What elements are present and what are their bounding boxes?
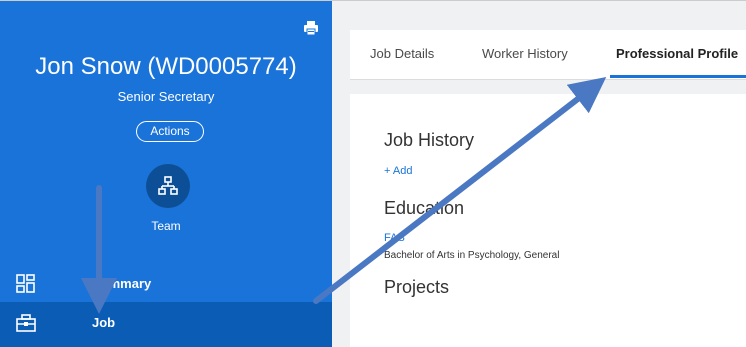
projects-heading: Projects bbox=[384, 277, 450, 297]
dashboard-grid-icon bbox=[16, 274, 36, 294]
worker-profile-panel: Jon Snow (WD0005774) Senior Secretary Ac… bbox=[0, 1, 332, 347]
app-root: Jon Snow (WD0005774) Senior Secretary Ac… bbox=[0, 0, 746, 347]
add-job-history-link[interactable]: + Add bbox=[384, 165, 412, 177]
job-history-heading: Job History bbox=[384, 130, 475, 150]
nav-item-label: Summary bbox=[92, 276, 152, 291]
tab-professional-profile[interactable]: Professional Profile bbox=[616, 46, 738, 61]
tab-worker-history[interactable]: Worker History bbox=[482, 46, 568, 61]
tab-bar: Job Details Worker History Professional … bbox=[350, 30, 746, 80]
active-tab-indicator bbox=[610, 75, 746, 78]
nav-item-label: Job bbox=[92, 315, 116, 330]
education-school-link[interactable]: FAS bbox=[384, 232, 405, 244]
education-degree: Bachelor of Arts in Psychology, General bbox=[384, 250, 560, 261]
nav-item-summary[interactable]: Summary bbox=[0, 263, 332, 305]
education-heading: Education bbox=[384, 198, 465, 218]
team-button[interactable] bbox=[146, 164, 190, 208]
team-label: Team bbox=[151, 219, 181, 233]
print-icon[interactable] bbox=[303, 20, 319, 36]
nav-item-job[interactable]: Job bbox=[0, 302, 332, 347]
tab-job-details[interactable]: Job Details bbox=[370, 46, 434, 61]
professional-profile-card: Job History + Add Education FAS Bachelor… bbox=[350, 94, 746, 347]
briefcase-icon bbox=[16, 313, 36, 333]
actions-button[interactable]: Actions bbox=[136, 121, 204, 142]
worker-title: Senior Secretary bbox=[117, 89, 215, 104]
org-chart-icon bbox=[158, 176, 178, 195]
worker-name: Jon Snow (WD0005774) bbox=[35, 53, 297, 80]
